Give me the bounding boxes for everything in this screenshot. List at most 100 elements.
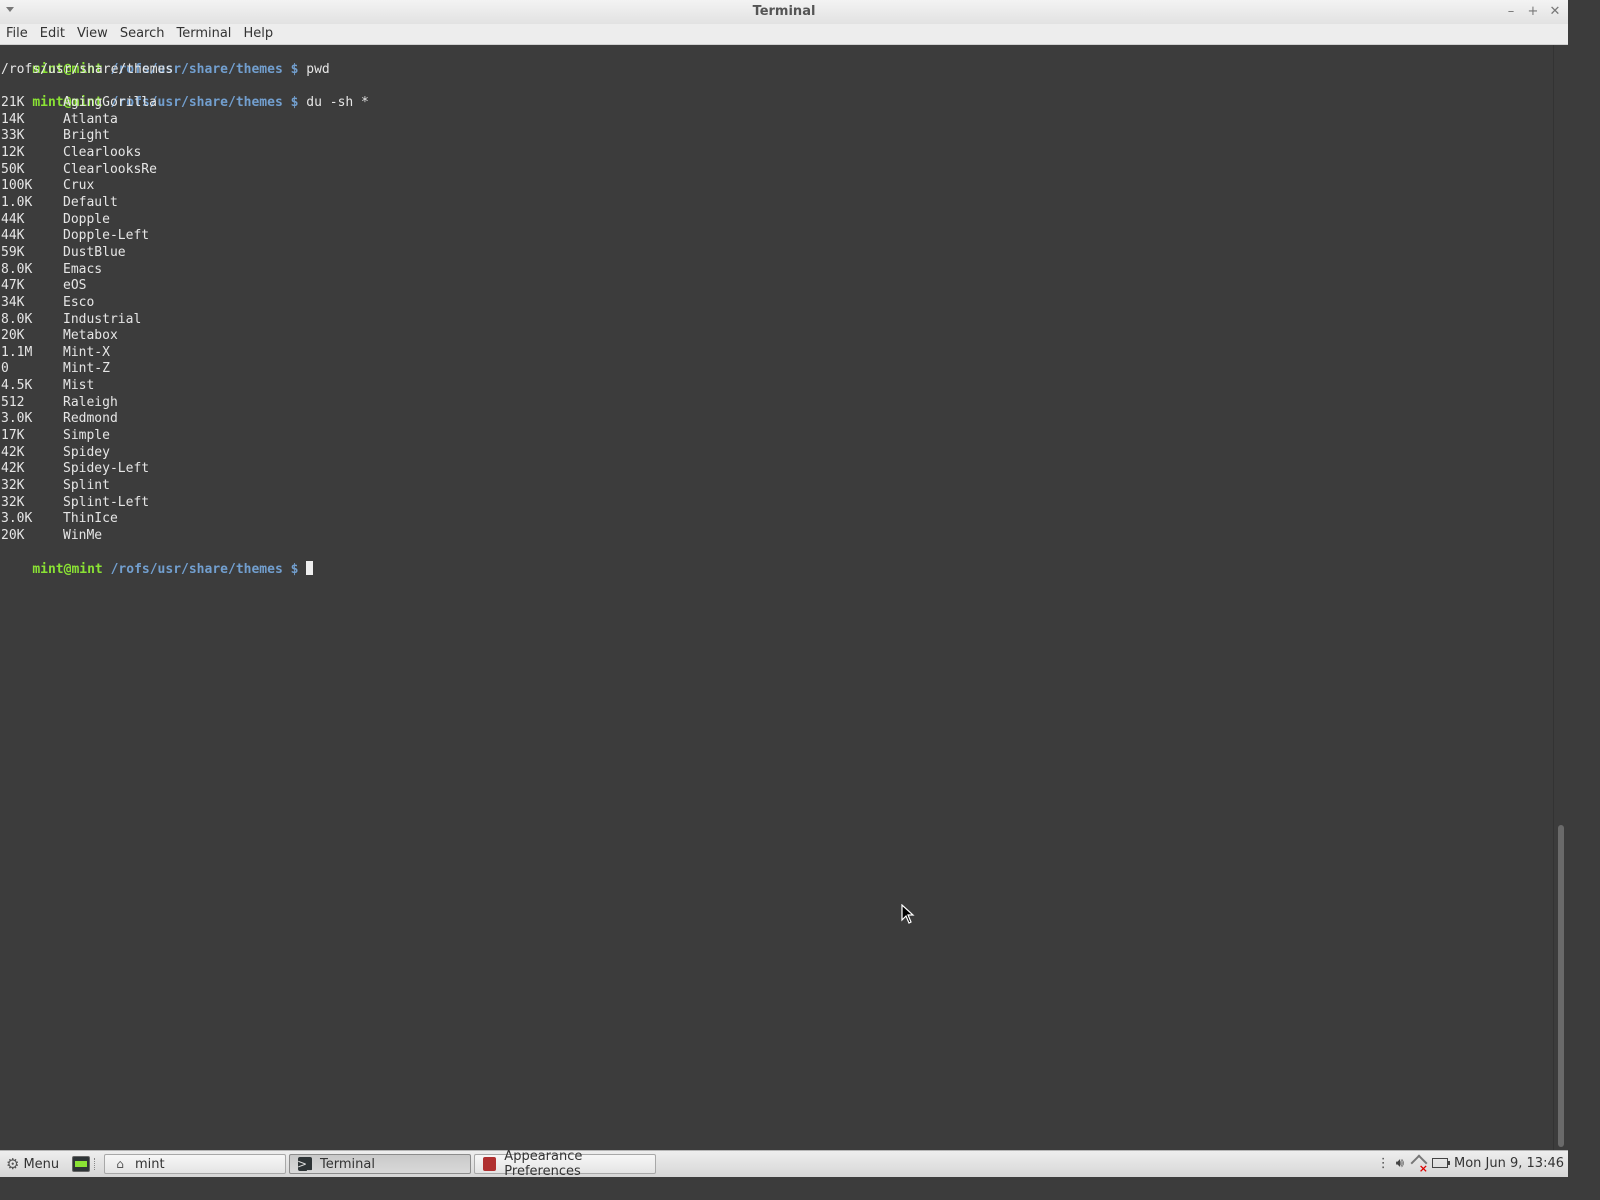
du-size: 33K — [1, 128, 25, 144]
du-theme-name: Mist — [63, 378, 95, 394]
prompt-line: mint@mint /rofs/usr/share/themes $ pwd — [0, 45, 1553, 77]
window-titlebar[interactable]: Terminal – + ✕ — [0, 0, 1568, 25]
du-size: 32K — [1, 478, 25, 494]
close-button[interactable]: ✕ — [1548, 3, 1562, 21]
maximize-button[interactable]: + — [1526, 3, 1540, 21]
du-output-row: 8.0K Industrial — [0, 312, 1553, 329]
task-button-appearance-preferences[interactable]: Appearance Preferences — [474, 1149, 656, 1179]
du-theme-name: Industrial — [63, 311, 142, 327]
menu-terminal[interactable]: Terminal — [170, 24, 237, 44]
prompt-symbol: $ — [290, 562, 299, 578]
du-theme-name: Default — [63, 194, 118, 210]
du-output-row: 47K eOS — [0, 278, 1553, 295]
du-size: 42K — [1, 461, 25, 477]
start-menu-button[interactable]: ⚙ Menu — [6, 1155, 59, 1173]
du-size: 3.0K — [1, 511, 33, 527]
prompt-user: mint@mint — [32, 562, 103, 578]
du-theme-name: Mint-Z — [63, 361, 110, 377]
du-size: 32K — [1, 494, 25, 510]
volume-icon[interactable]: 🔊︎ — [1396, 1156, 1404, 1171]
prompt-path: /rofs/usr/share/themes — [110, 562, 283, 578]
task-button-terminal[interactable]: >_ Terminal — [289, 1154, 471, 1174]
du-size: 512 — [1, 394, 25, 410]
du-output-row: 8.0K Emacs — [0, 262, 1553, 279]
terminal-scrollbar[interactable] — [1553, 45, 1569, 1150]
du-theme-name: Simple — [63, 428, 110, 444]
du-output-row: 14K Atlanta — [0, 112, 1553, 129]
du-size: 17K — [1, 428, 25, 444]
terminal-launcher-icon[interactable] — [72, 1156, 90, 1172]
du-theme-name: Redmond — [63, 411, 118, 427]
du-size: 20K — [1, 328, 25, 344]
du-theme-name: Mint-X — [63, 344, 110, 360]
command-text: du -sh * — [306, 94, 369, 110]
prompt-symbol: $ — [290, 61, 299, 77]
prompt-line: mint@mint /rofs/usr/share/themes $ du -s… — [0, 78, 1553, 110]
appearance-icon — [483, 1157, 497, 1171]
du-output-row: 1.1M Mint-X — [0, 345, 1553, 362]
du-theme-name: AgingGorilla — [63, 94, 157, 110]
du-theme-name: Raleigh — [63, 394, 118, 410]
du-theme-name: Atlanta — [63, 111, 118, 127]
du-output-row: 17K Simple — [0, 428, 1553, 445]
du-size: 44K — [1, 211, 25, 227]
system-tray: ⋮ 🔊︎ Mon Jun 9, 13:46 — [1376, 1155, 1564, 1176]
du-output-row: 34K Esco — [0, 295, 1553, 312]
du-output-row: 100K Crux — [0, 178, 1553, 195]
du-size: 59K — [1, 244, 25, 260]
prompt-line: mint@mint /rofs/usr/share/themes $ — [0, 545, 1553, 577]
du-size: 47K — [1, 278, 25, 294]
du-output-row: 3.0K ThinIce — [0, 511, 1553, 528]
du-output-row: 50K ClearlooksRe — [0, 162, 1553, 179]
menu-view[interactable]: View — [71, 24, 114, 44]
du-theme-name: ThinIce — [63, 511, 118, 527]
network-disconnected-icon[interactable] — [1410, 1155, 1428, 1175]
du-theme-name: DustBlue — [63, 244, 126, 260]
clock[interactable]: Mon Jun 9, 13:46 — [1454, 1156, 1564, 1171]
du-theme-name: Bright — [63, 128, 110, 144]
tray-handle-icon: ⋮ — [1376, 1155, 1390, 1171]
terminal-output[interactable]: mint@mint /rofs/usr/share/themes $ pwd /… — [0, 45, 1553, 1150]
menubar: File Edit View Search Terminal Help — [0, 24, 1568, 45]
gear-icon: ⚙ — [6, 1155, 20, 1173]
menu-file[interactable]: File — [0, 24, 34, 44]
mouse-pointer-icon — [901, 904, 915, 924]
du-size: 50K — [1, 161, 25, 177]
du-theme-name: Metabox — [63, 328, 118, 344]
du-output-row: 4.5K Mist — [0, 378, 1553, 395]
du-size: 12K — [1, 144, 25, 160]
menu-edit[interactable]: Edit — [34, 24, 71, 44]
du-size: 20K — [1, 528, 25, 544]
scrollbar-thumb[interactable] — [1558, 825, 1564, 1147]
du-size: 4.5K — [1, 378, 33, 394]
battery-icon[interactable] — [1432, 1158, 1450, 1168]
du-output-row: 1.0K Default — [0, 195, 1553, 212]
du-output-row: 42K Spidey-Left — [0, 461, 1553, 478]
du-size: 100K — [1, 178, 33, 194]
taskbar: ⚙ Menu ⌂ mint >_ Terminal Appearance Pre… — [0, 1149, 1568, 1179]
du-output-row: 12K Clearlooks — [0, 145, 1553, 162]
du-size: 0 — [1, 361, 9, 377]
task-label: mint — [135, 1156, 165, 1172]
du-output-row: 20K Metabox — [0, 328, 1553, 345]
du-output-row: 44K Dopple — [0, 212, 1553, 229]
start-menu-label: Menu — [23, 1156, 60, 1172]
du-output-row: 32K Splint — [0, 478, 1553, 495]
du-theme-name: Emacs — [63, 261, 103, 277]
task-label: Terminal — [320, 1156, 375, 1172]
du-theme-name: eOS — [63, 278, 87, 294]
menu-search[interactable]: Search — [114, 24, 171, 44]
task-button-mint[interactable]: ⌂ mint — [104, 1154, 286, 1174]
du-size: 8.0K — [1, 311, 33, 327]
du-size: 1.1M — [1, 344, 33, 360]
text-cursor — [306, 561, 314, 576]
minimize-button[interactable]: – — [1504, 3, 1518, 21]
menu-help[interactable]: Help — [237, 24, 279, 44]
du-theme-name: Splint — [63, 478, 110, 494]
terminal-icon: >_ — [296, 1157, 314, 1171]
du-output-row: 59K DustBlue — [0, 245, 1553, 262]
prompt-symbol: $ — [290, 94, 299, 110]
du-theme-name: Spidey — [63, 444, 110, 460]
du-theme-name: Splint-Left — [63, 494, 150, 510]
du-output-row: 44K Dopple-Left — [0, 228, 1553, 245]
